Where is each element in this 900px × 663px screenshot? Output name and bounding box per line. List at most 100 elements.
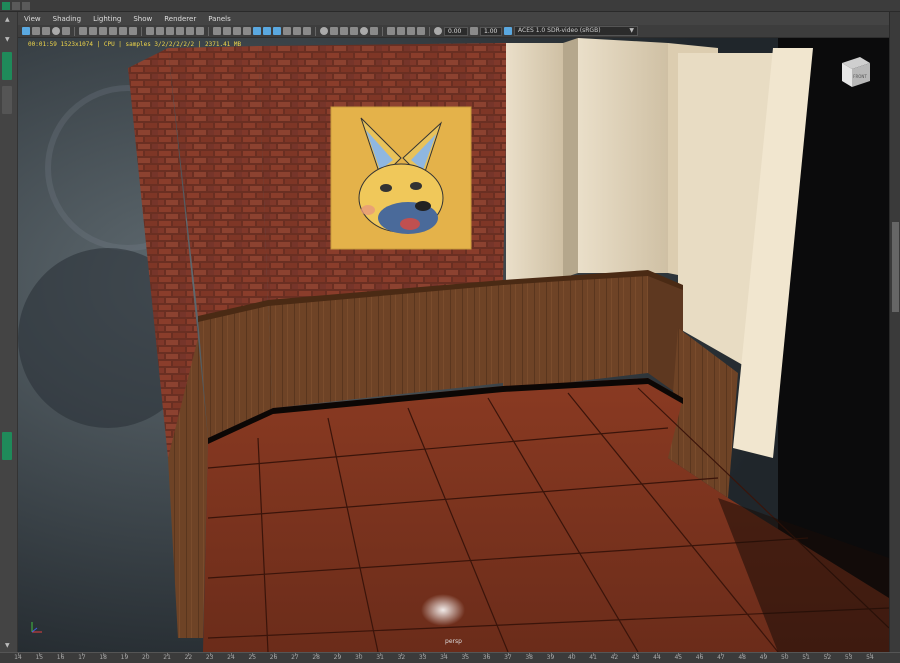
timeline-tick-label: 50 bbox=[780, 654, 789, 661]
safe-action-icon[interactable] bbox=[119, 27, 127, 35]
display-icon[interactable] bbox=[223, 27, 231, 35]
render-region-icon[interactable] bbox=[320, 27, 328, 35]
timeline-tick-label: 14 bbox=[14, 654, 22, 661]
wainscot-recess bbox=[563, 273, 648, 383]
isolate-select-icon[interactable] bbox=[293, 27, 301, 35]
panel-scrollbar[interactable] bbox=[892, 222, 899, 312]
gate-mask-icon[interactable] bbox=[99, 27, 107, 35]
timeline-tick-label: 51 bbox=[802, 654, 810, 661]
menu-show[interactable]: Show bbox=[127, 13, 158, 25]
timeline-tick-label: 26 bbox=[269, 654, 278, 661]
timeline-tick-label: 40 bbox=[567, 654, 576, 661]
viewport-toolbar: 0.00 1.00 ACES 1.0 SDR-video (sRGB) ▼ bbox=[18, 25, 889, 38]
timeline-tick-label: 29 bbox=[333, 654, 342, 661]
toolbar-separator bbox=[141, 26, 142, 36]
tool-tab[interactable] bbox=[2, 52, 12, 80]
timeline-tick-label: 44 bbox=[653, 654, 661, 661]
shadows-icon[interactable] bbox=[196, 27, 204, 35]
timeline-tick-label: 45 bbox=[674, 654, 683, 661]
xray-icon[interactable] bbox=[243, 27, 251, 35]
depth-of-field-icon[interactable] bbox=[283, 27, 291, 35]
select-camera-icon[interactable] bbox=[22, 27, 30, 35]
maya-app: ▲ ▼ ▼ View Shading Lighting Show Rendere… bbox=[0, 0, 900, 663]
grid-icon[interactable] bbox=[62, 27, 70, 35]
colorspace-value: ACES 1.0 SDR-video (sRGB) bbox=[518, 27, 601, 34]
timeline-tick-label: 25 bbox=[248, 654, 257, 661]
timeline-tick-label: 52 bbox=[823, 654, 832, 661]
menu-panels[interactable]: Panels bbox=[202, 13, 237, 25]
panel-grip-icon[interactable]: ▼ bbox=[5, 37, 11, 43]
smooth-shade-icon[interactable] bbox=[156, 27, 164, 35]
status-icon bbox=[12, 2, 20, 10]
timeline-tick-label: 21 bbox=[163, 654, 171, 661]
resolution-gate-icon[interactable] bbox=[89, 27, 97, 35]
screen-space-ao-icon[interactable] bbox=[253, 27, 261, 35]
timeline-tick-label: 24 bbox=[227, 654, 235, 661]
bookmark-icon[interactable] bbox=[42, 27, 50, 35]
safe-title-icon[interactable] bbox=[129, 27, 137, 35]
motion-blur-icon[interactable] bbox=[263, 27, 271, 35]
default-material-icon[interactable] bbox=[166, 27, 174, 35]
time-slider[interactable]: 14 15 16 17 18 19 20 21 22 23 24 25 26 27 28 29 30 31 32 33… bbox=[0, 652, 900, 663]
refresh-icon[interactable] bbox=[407, 27, 415, 35]
snapshot-icon[interactable] bbox=[340, 27, 348, 35]
gamma-field[interactable]: 1.00 bbox=[480, 26, 502, 36]
ipr-icon[interactable] bbox=[330, 27, 338, 35]
timeline-tick-label: 47 bbox=[717, 654, 725, 661]
panel-grip-icon[interactable]: ▲ bbox=[5, 17, 11, 23]
3d-viewport[interactable]: 00:01:59 1523x1074 | CPU | samples 3/2/2… bbox=[18, 38, 889, 652]
colorspace-select[interactable]: ACES 1.0 SDR-video (sRGB) ▼ bbox=[514, 26, 638, 36]
exposure-icon bbox=[434, 27, 442, 35]
toolbar-separator bbox=[429, 26, 430, 36]
tool-tab[interactable] bbox=[2, 432, 12, 460]
menu-view[interactable]: View bbox=[18, 13, 47, 25]
top-status-strip bbox=[0, 0, 900, 12]
camera-attributes-icon[interactable] bbox=[32, 27, 40, 35]
grid-toggle-icon[interactable] bbox=[213, 27, 221, 35]
wireframe-icon[interactable] bbox=[146, 27, 154, 35]
light-icon[interactable] bbox=[360, 27, 368, 35]
timeline-tick-label: 31 bbox=[376, 654, 384, 661]
film-gate-icon[interactable] bbox=[79, 27, 87, 35]
wireframe-on-shaded-icon[interactable] bbox=[233, 27, 241, 35]
view-cube-icon[interactable]: FRONT bbox=[838, 53, 872, 89]
timeline-tick-label: 15 bbox=[35, 654, 44, 661]
render-hud: 00:01:59 1523x1074 | CPU | samples 3/2/2… bbox=[28, 41, 242, 48]
lights-icon[interactable] bbox=[186, 27, 194, 35]
crop-icon[interactable] bbox=[417, 27, 425, 35]
menu-renderer[interactable]: Renderer bbox=[158, 13, 202, 25]
textured-icon[interactable] bbox=[176, 27, 184, 35]
pillar-side bbox=[563, 38, 578, 278]
timeline-tick-label: 35 bbox=[461, 654, 470, 661]
timeline-tick-label: 17 bbox=[78, 654, 86, 661]
anti-aliasing-icon[interactable] bbox=[273, 27, 281, 35]
timeline-tick-label: 16 bbox=[56, 654, 65, 661]
timeline-tick-label: 43 bbox=[631, 654, 640, 661]
image-plane-icon[interactable] bbox=[52, 27, 60, 35]
left-toolbox: ▲ ▼ ▼ bbox=[0, 12, 18, 652]
timeline-tick-label: 28 bbox=[312, 654, 321, 661]
timeline-tick-label: 54 bbox=[866, 654, 874, 661]
panel-grip-icon[interactable]: ▼ bbox=[5, 643, 11, 649]
timeline-tick-label: 48 bbox=[738, 654, 747, 661]
timeline-tick-label: 19 bbox=[120, 654, 129, 661]
sync-icon[interactable] bbox=[350, 27, 358, 35]
status-icon bbox=[22, 2, 30, 10]
exposure-field[interactable]: 0.00 bbox=[444, 26, 468, 36]
tool-tab[interactable] bbox=[2, 86, 12, 114]
timeline-tick-label: 34 bbox=[440, 654, 448, 661]
menu-shading[interactable]: Shading bbox=[47, 13, 87, 25]
wall-recess bbox=[578, 38, 668, 273]
camera-icon[interactable] bbox=[370, 27, 378, 35]
timeline-tick-label: 37 bbox=[504, 654, 512, 661]
stop-icon[interactable] bbox=[387, 27, 395, 35]
pause-icon[interactable] bbox=[397, 27, 405, 35]
menu-lighting[interactable]: Lighting bbox=[87, 13, 127, 25]
toolbar-separator bbox=[74, 26, 75, 36]
color-management-icon[interactable] bbox=[504, 27, 512, 35]
status-icon bbox=[2, 2, 10, 10]
wainscot-pillar bbox=[503, 278, 563, 386]
field-chart-icon[interactable] bbox=[109, 27, 117, 35]
timeline-tick-label: 38 bbox=[525, 654, 534, 661]
xray-joints-icon[interactable] bbox=[303, 27, 311, 35]
